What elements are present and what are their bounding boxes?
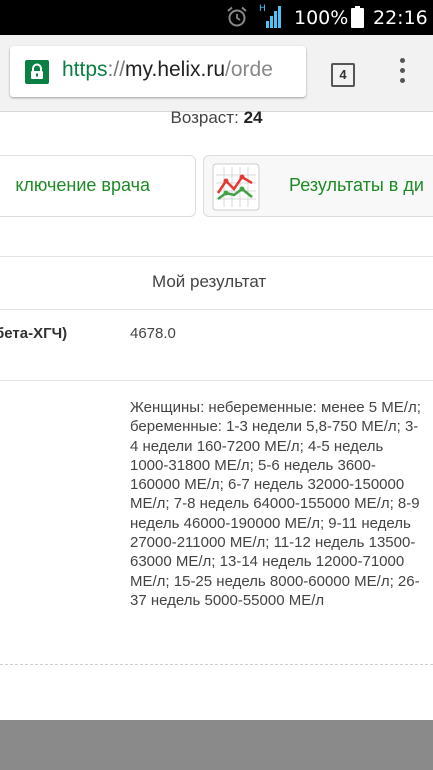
page-footer: [0, 720, 433, 770]
battery-percent: 100%: [294, 7, 349, 29]
doctor-conclusion-label: ключение врача: [15, 175, 150, 195]
patient-age: Возраст: 24: [0, 108, 433, 128]
alarm-clock-icon: [227, 6, 247, 27]
url-host: my.helix.ru: [125, 58, 226, 81]
divider: [0, 256, 433, 257]
test-result-value: 4678.0: [130, 325, 176, 342]
results-dynamics-label: Результаты в ди: [289, 175, 424, 195]
url-scheme: https: [62, 58, 108, 81]
divider: [0, 380, 433, 381]
column-header-my-result: Мой результат: [152, 272, 267, 291]
doctor-conclusion-button[interactable]: ключение врача: [0, 155, 196, 217]
clock: 22:16: [373, 7, 428, 29]
line-chart-icon: [212, 163, 260, 211]
url-path: /orde: [225, 58, 273, 81]
browser-toolbar: https://my.helix.ru/orde 4: [0, 35, 433, 112]
age-value: 24: [243, 108, 263, 127]
dashed-divider: [0, 664, 433, 665]
battery-icon: [351, 6, 364, 28]
url-text[interactable]: https://my.helix.ru/orde: [62, 58, 273, 82]
results-dynamics-button[interactable]: Результаты в ди: [203, 155, 433, 217]
tab-switcher-icon[interactable]: 4: [331, 63, 355, 87]
signal-strength-icon: H: [256, 4, 284, 30]
test-name: (бета-ХГЧ): [0, 325, 68, 342]
status-bar: H 100% 22:16: [0, 0, 433, 35]
divider: [0, 309, 433, 310]
reference-range-text: Женщины: небеременные: менее 5 МЕ/л; бер…: [130, 399, 421, 609]
url-separator: ://: [107, 58, 126, 81]
lock-icon[interactable]: [25, 60, 49, 84]
overflow-menu-icon[interactable]: [397, 58, 407, 88]
address-bar[interactable]: https://my.helix.ru/orde: [10, 46, 306, 97]
age-label: Возраст:: [170, 108, 239, 127]
